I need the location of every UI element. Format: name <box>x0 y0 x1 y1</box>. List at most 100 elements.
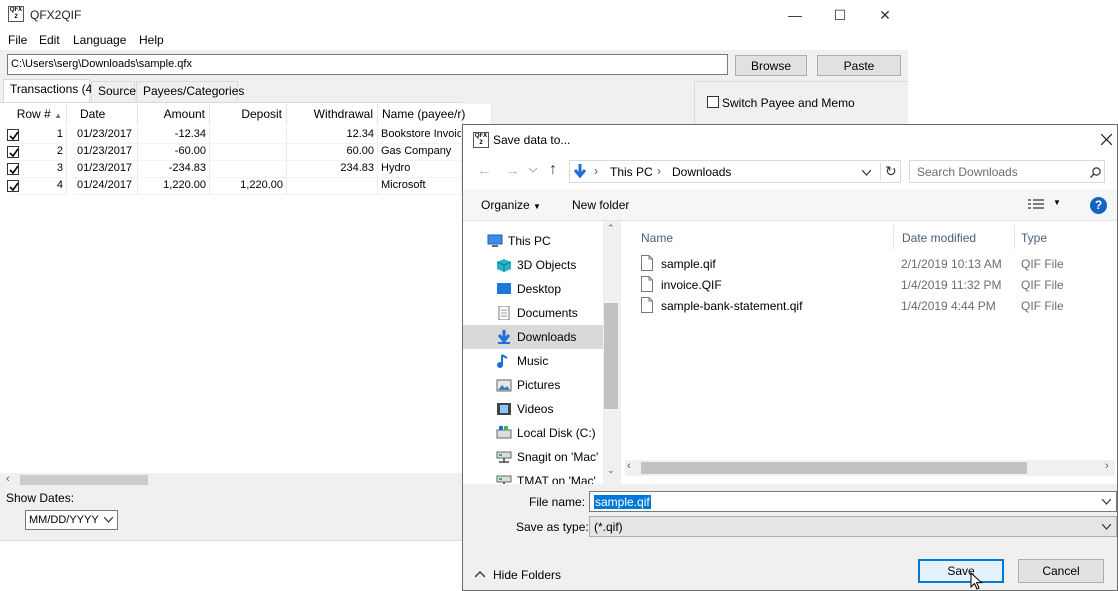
nav-item-downloads[interactable]: Downloads <box>463 325 603 349</box>
view-options-icon[interactable] <box>1028 199 1044 211</box>
scroll-up-icon[interactable]: ⌃ <box>607 223 615 234</box>
cell-withdrawal[interactable]: 12.34 <box>287 127 378 144</box>
breadcrumb-downloads[interactable]: Downloads <box>672 165 731 179</box>
scrollbar-thumb[interactable] <box>641 462 1027 474</box>
cell-deposit[interactable] <box>210 127 287 144</box>
chevron-down-icon[interactable] <box>862 170 871 176</box>
menu-help[interactable]: Help <box>139 33 164 47</box>
column-header-name[interactable]: Name <box>641 231 673 245</box>
navigation-scrollbar[interactable]: ⌃ ⌄ <box>603 221 619 484</box>
save-as-type-select[interactable]: (*.qif) <box>589 516 1117 537</box>
file-path-input[interactable]: C:\Users\serg\Downloads\sample.qfx <box>7 54 728 75</box>
dialog-app-icon: QFX2QIF <box>473 132 489 148</box>
column-header-date[interactable]: Date <box>67 104 138 124</box>
search-input[interactable]: Search Downloads <box>909 160 1105 183</box>
nav-item-desktop[interactable]: Desktop <box>463 277 603 301</box>
cell-row[interactable]: 2 <box>14 144 67 161</box>
nav-item-snagit-on-mac[interactable]: Snagit on 'Mac' <box>463 445 603 469</box>
cell-deposit[interactable]: 1,220.00 <box>210 178 287 195</box>
cell-row[interactable]: 4 <box>14 178 67 195</box>
tab-payees-categories[interactable]: Payees/Categories <box>136 81 244 101</box>
cell-row[interactable]: 3 <box>14 161 67 178</box>
scroll-left-icon[interactable]: ‹ <box>627 460 631 472</box>
recent-locations-icon[interactable] <box>529 168 537 173</box>
file-list-horizontal-scrollbar[interactable]: ‹ › <box>625 460 1115 476</box>
paste-button[interactable]: Paste <box>817 55 901 76</box>
chevron-down-icon[interactable] <box>1102 499 1111 505</box>
cell-amount[interactable]: -234.83 <box>138 161 210 178</box>
scroll-right-icon[interactable]: › <box>1105 460 1109 472</box>
switch-payee-memo-checkbox[interactable] <box>707 96 719 108</box>
file-name-input[interactable]: sample.qif <box>589 491 1117 512</box>
scrollbar-thumb[interactable] <box>20 475 148 485</box>
back-arrow-icon[interactable]: ← <box>477 162 492 179</box>
cell-withdrawal[interactable] <box>287 178 378 195</box>
cell-amount[interactable]: -60.00 <box>138 144 210 161</box>
cell-deposit[interactable] <box>210 161 287 178</box>
file-row[interactable]: sample-bank-statement.qif 1/4/2019 4:44 P… <box>641 295 1111 316</box>
cell-date[interactable]: 01/23/2017 <box>74 161 138 178</box>
date-format-value: MM/DD/YYYY <box>29 514 99 526</box>
new-folder-button[interactable]: New folder <box>572 198 629 212</box>
column-header-withdrawal[interactable]: Withdrawal <box>287 104 378 124</box>
cell-date[interactable]: 01/23/2017 <box>74 127 138 144</box>
column-header-date-modified[interactable]: Date modified <box>902 231 976 245</box>
nav-item-label: Music <box>517 354 549 368</box>
menu-file[interactable]: File <box>8 33 27 47</box>
nav-item-3d-objects[interactable]: 3D Objects <box>463 253 603 277</box>
cell-withdrawal[interactable]: 60.00 <box>287 144 378 161</box>
table-horizontal-scrollbar[interactable]: ‹ <box>0 473 462 487</box>
scrollbar-thumb[interactable] <box>604 303 618 409</box>
cell-amount[interactable]: -12.34 <box>138 127 210 144</box>
breadcrumb-this-pc[interactable]: This PC <box>610 165 653 179</box>
browse-button[interactable]: Browse <box>735 55 807 76</box>
close-button[interactable]: ✕ <box>862 0 908 30</box>
cell-row[interactable]: 1 <box>14 127 67 144</box>
column-header-row[interactable]: Row # ▲ <box>0 104 67 124</box>
nav-item-local-disk-c[interactable]: Local Disk (C:) <box>463 421 603 445</box>
file-row[interactable]: invoice.QIF 1/4/2019 11:32 PM QIF File <box>641 274 1111 295</box>
date-format-select[interactable]: MM/DD/YYYY <box>25 510 118 530</box>
nav-item-videos[interactable]: Videos <box>463 397 603 421</box>
cancel-button[interactable]: Cancel <box>1018 559 1104 583</box>
maximize-button[interactable]: ☐ <box>817 0 863 30</box>
nav-item-label: Downloads <box>517 330 577 344</box>
tab-source[interactable]: Source <box>91 81 136 101</box>
nav-item-documents[interactable]: Documents <box>463 301 603 325</box>
minimize-button[interactable]: — <box>772 0 818 30</box>
cell-name[interactable]: Bookstore Invoice <box>378 127 462 144</box>
nav-item-tmat-on-mac[interactable]: TMAT on 'Mac' <box>463 469 603 484</box>
cell-deposit[interactable] <box>210 144 287 161</box>
column-header-amount[interactable]: Amount <box>138 104 210 124</box>
cell-name[interactable]: Gas Company <box>378 144 462 161</box>
scroll-left-icon[interactable]: ‹ <box>6 473 10 485</box>
nav-item-music[interactable]: Music <box>463 349 603 373</box>
cell-name[interactable]: Microsoft <box>378 178 462 195</box>
help-icon[interactable]: ? <box>1090 197 1107 214</box>
save-button[interactable]: Save <box>918 559 1004 583</box>
forward-arrow-icon[interactable]: → <box>505 162 520 179</box>
refresh-icon[interactable]: ↻ <box>880 163 897 180</box>
column-header-type[interactable]: Type <box>1021 231 1047 245</box>
chevron-down-icon[interactable]: ▼ <box>1053 198 1061 207</box>
column-header-deposit[interactable]: Deposit <box>210 104 287 124</box>
file-row[interactable]: sample.qif 2/1/2019 10:13 AM QIF File <box>641 253 1111 274</box>
nav-item-this-pc[interactable]: This PC <box>463 229 603 253</box>
scroll-down-icon[interactable]: ⌄ <box>607 465 615 476</box>
organize-button[interactable]: Organize ▼ <box>481 198 541 212</box>
menu-edit[interactable]: Edit <box>39 33 60 47</box>
cell-date[interactable]: 01/24/2017 <box>74 178 138 195</box>
tab-transactions[interactable]: Transactions (4) <box>3 79 96 102</box>
address-bar[interactable]: › This PC › Downloads ↻ <box>569 160 901 183</box>
save-as-type-label: Save as type: <box>516 520 589 534</box>
cell-amount[interactable]: 1,220.00 <box>138 178 210 195</box>
file-type: QIF File <box>1021 299 1064 313</box>
cell-date[interactable]: 01/23/2017 <box>74 144 138 161</box>
nav-item-pictures[interactable]: Pictures <box>463 373 603 397</box>
up-arrow-icon[interactable]: ↑ <box>549 161 557 179</box>
cell-withdrawal[interactable]: 234.83 <box>287 161 378 178</box>
column-header-name[interactable]: Name (payee/r) <box>378 104 492 124</box>
menu-language[interactable]: Language <box>73 33 126 47</box>
cell-name[interactable]: Hydro <box>378 161 462 178</box>
dialog-close-icon[interactable] <box>1101 134 1112 145</box>
